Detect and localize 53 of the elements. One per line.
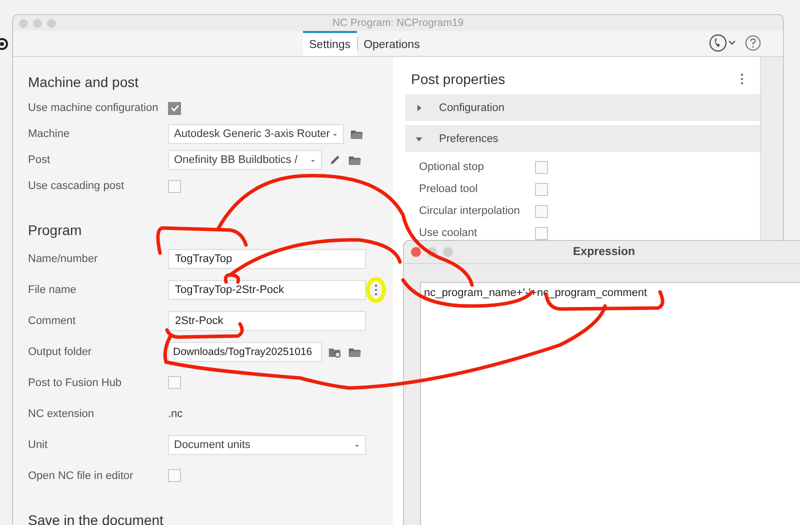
checkbox[interactable] (535, 226, 548, 240)
option-label: Optional stop (419, 161, 485, 173)
help-icon[interactable] (745, 35, 761, 51)
option-label: Circular interpolation (419, 205, 521, 217)
tab[interactable]: Operations (358, 31, 426, 56)
more-options-icon[interactable] (374, 284, 378, 296)
field-label: Comment (28, 314, 77, 326)
option-label: Preload tool (419, 183, 479, 195)
section-heading: Machine and post (28, 73, 140, 92)
group-label: Configuration (439, 102, 504, 114)
dropdown[interactable]: Document units (168, 434, 366, 454)
section-heading: Save in the document (28, 511, 164, 525)
checkbox[interactable] (535, 204, 548, 218)
caret-icon (333, 134, 337, 136)
text-field[interactable]: TogTrayTop-2Str-Pock (168, 280, 366, 300)
section-heading: Program (28, 221, 83, 240)
dropdown[interactable]: Onefinity BB Buildbotics / (168, 150, 322, 170)
checkbox[interactable] (168, 180, 181, 192)
field-label: Unit (28, 438, 49, 450)
checkbox[interactable] (168, 102, 181, 114)
field-label: Machine (28, 128, 71, 140)
group-header[interactable]: Configuration (405, 94, 760, 121)
pencil-icon[interactable] (328, 153, 342, 167)
more-options-icon[interactable] (740, 73, 744, 85)
field-label: Post to Fusion Hub (28, 376, 123, 388)
window-title: NC Program: NCProgram19 (332, 17, 464, 29)
field-value: .nc (168, 408, 183, 420)
folder-path-field[interactable]: Downloads/TogTray20251016 (168, 342, 322, 362)
field-label: NC extension (28, 408, 96, 420)
checkbox[interactable] (535, 182, 548, 196)
panel-title: Post properties (411, 71, 506, 87)
field-label: Open NC file in editor (28, 470, 134, 482)
field-label: Output folder (28, 346, 93, 358)
text-field[interactable]: TogTrayTop (168, 248, 366, 268)
field-label: Name/number (28, 252, 99, 264)
checkbox[interactable] (535, 160, 548, 174)
checkbox[interactable] (168, 469, 181, 482)
dropdown[interactable]: Autodesk Generic 3-axis Router (168, 124, 344, 144)
window-title: Expression (573, 246, 635, 258)
text-field[interactable]: 2Str-Pock (168, 310, 366, 330)
caret-icon (355, 444, 359, 446)
field-label: Use machine configuration (28, 102, 160, 114)
field-label: Use cascading post (28, 180, 125, 192)
group-header[interactable]: Preferences (405, 125, 760, 152)
group-label: Preferences (439, 132, 498, 144)
checkbox[interactable] (168, 376, 181, 389)
caret-icon (311, 160, 315, 162)
field-label: File name (28, 284, 78, 296)
option-label: Use coolant (419, 227, 478, 239)
close-icon[interactable] (411, 247, 421, 257)
field-label: Post (28, 154, 52, 166)
phone-icon[interactable] (709, 34, 737, 52)
tab[interactable]: Settings (303, 31, 357, 56)
